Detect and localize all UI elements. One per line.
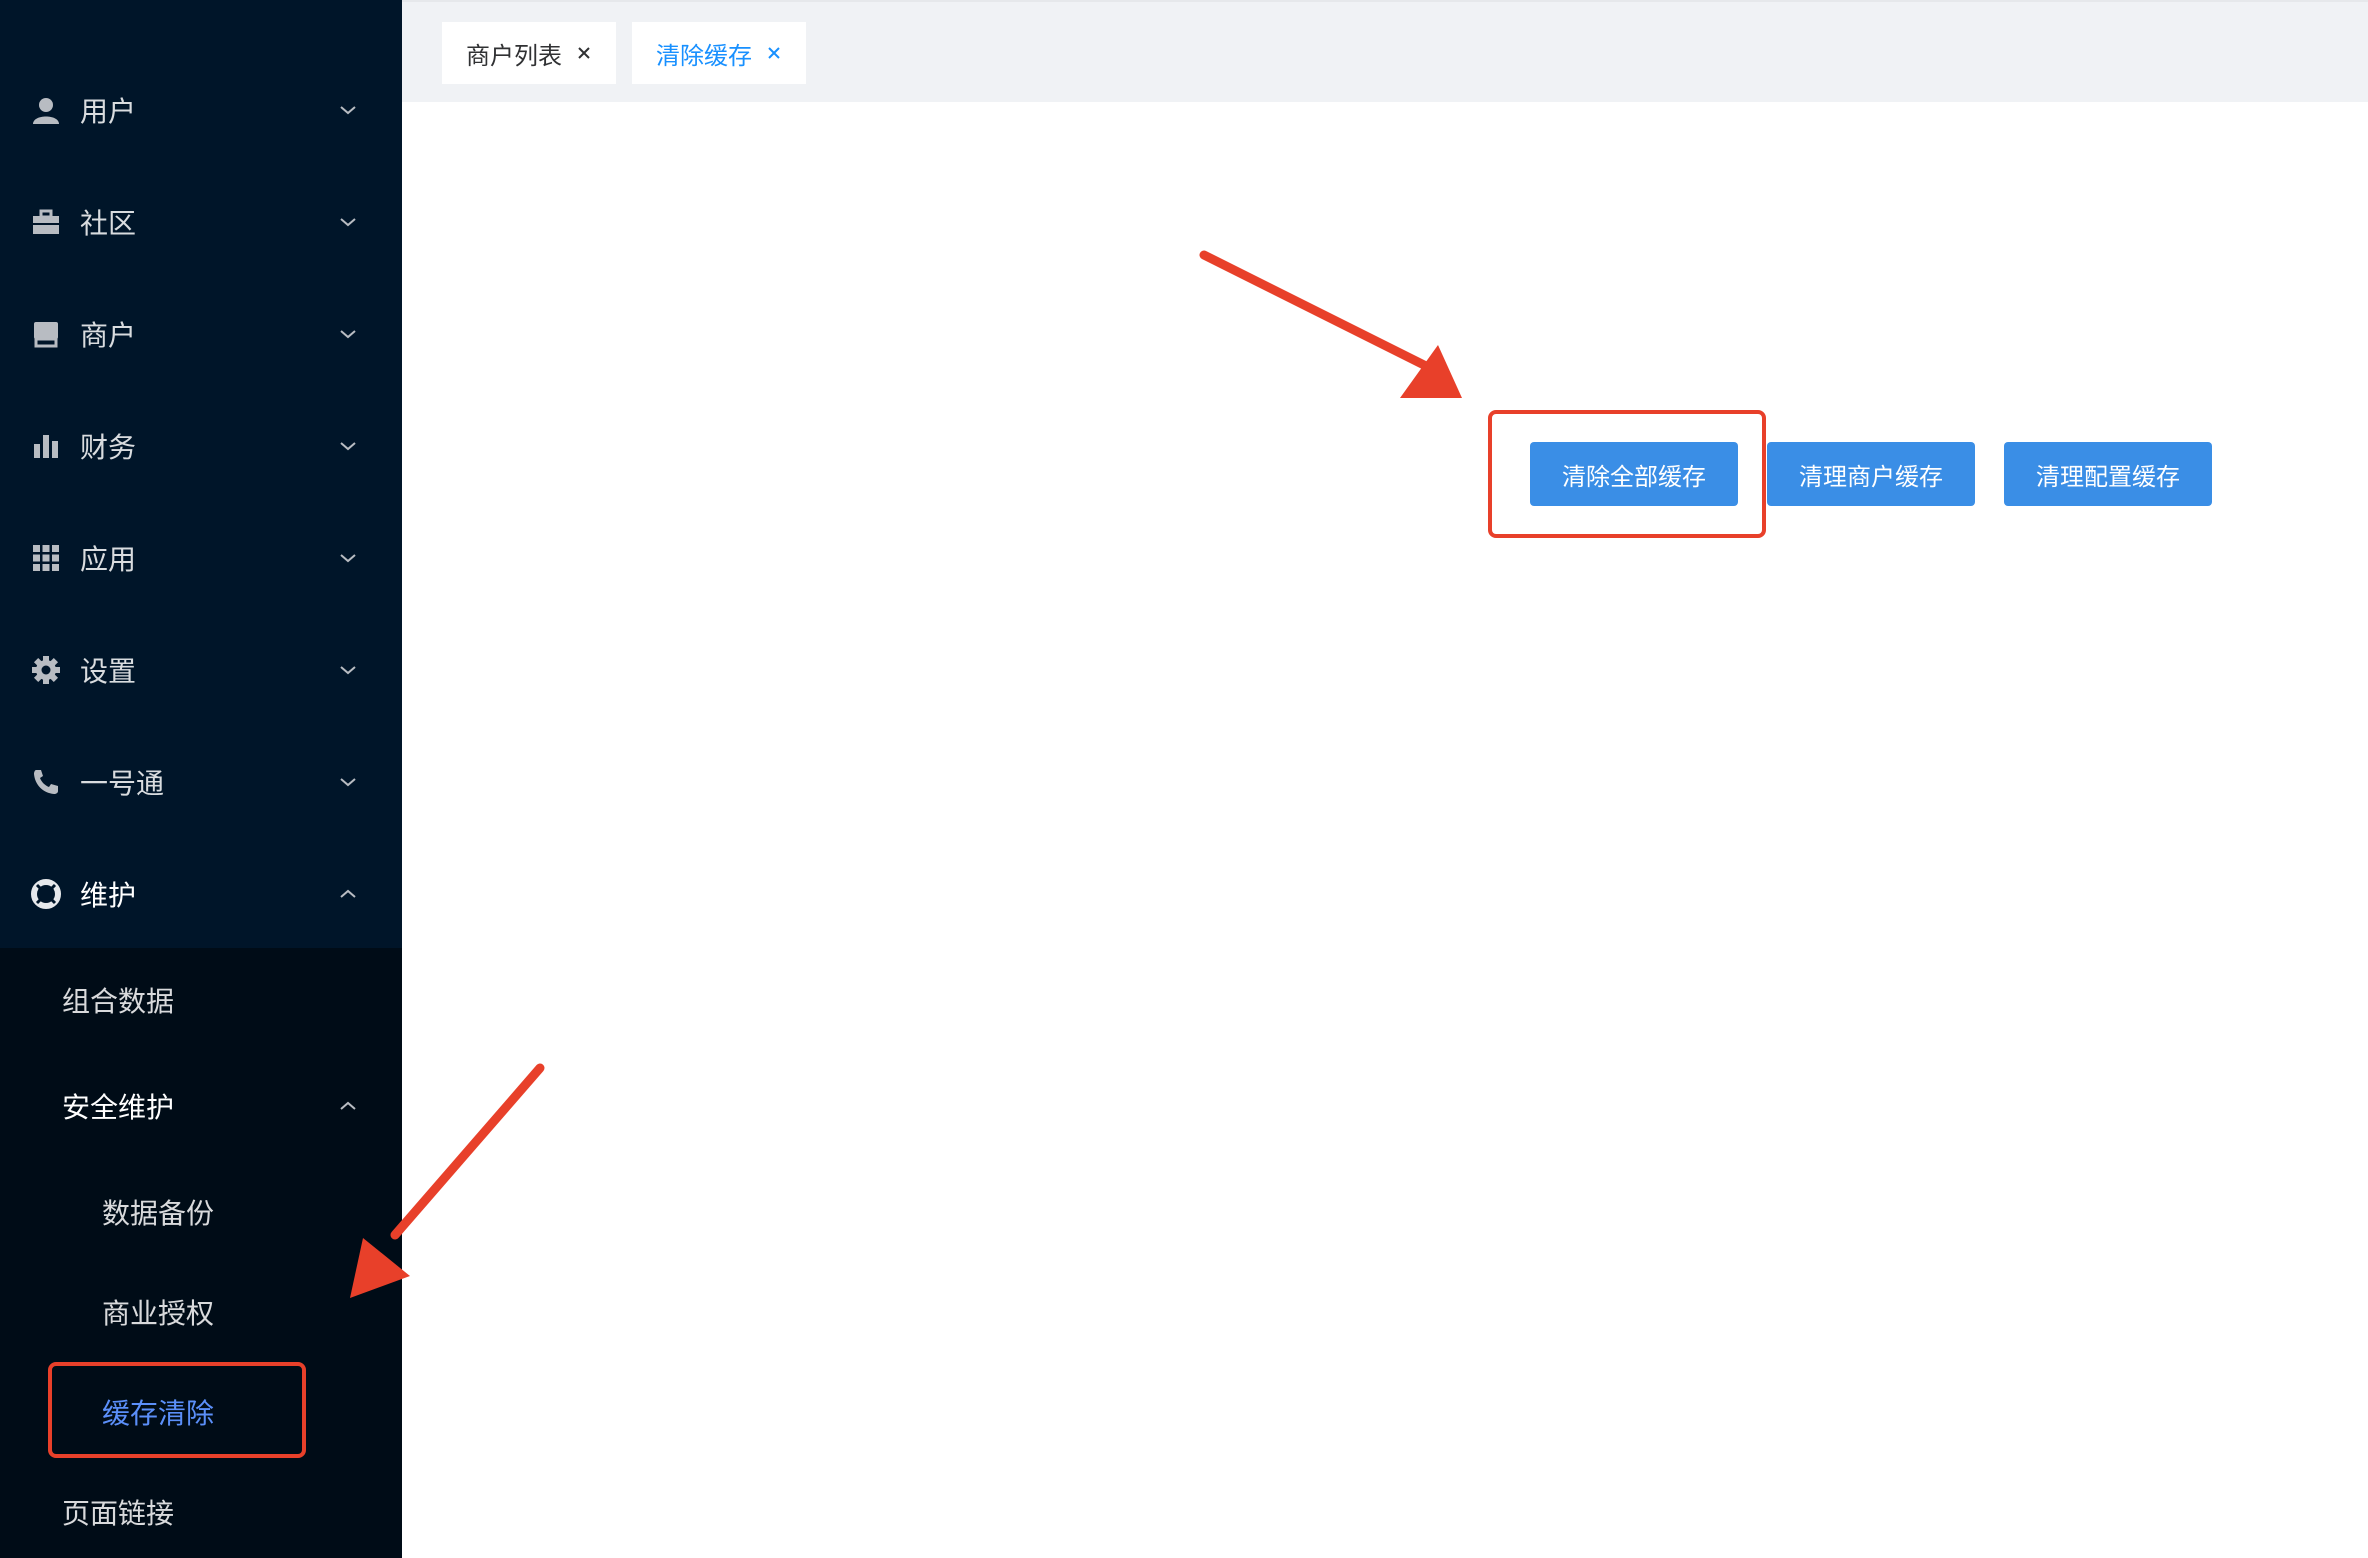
annotation-arrows <box>350 250 1462 1298</box>
annotation-arrow-icon <box>1199 250 1462 398</box>
annotation-arrow-icon <box>350 1063 545 1298</box>
